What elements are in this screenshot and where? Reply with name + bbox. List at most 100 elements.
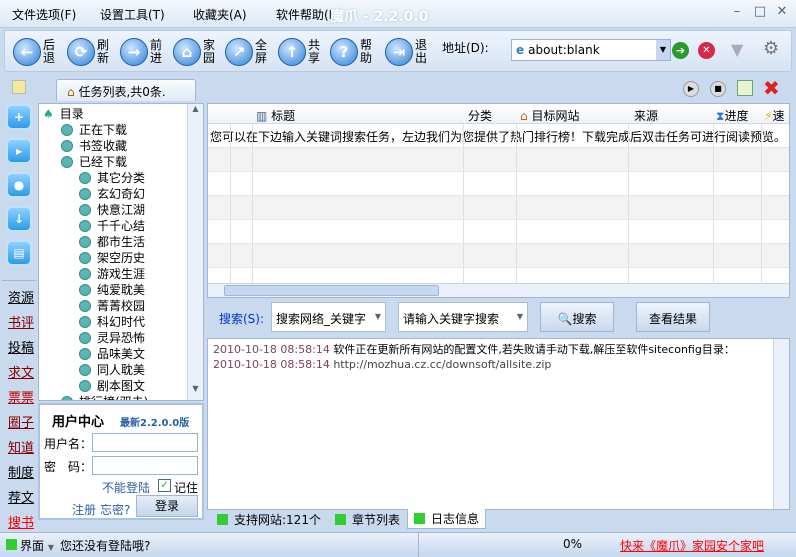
password-label: 密 码： [44, 460, 93, 474]
record-icon[interactable]: ● [6, 172, 32, 198]
minimize-button[interactable]: – [727, 4, 747, 22]
tree-item[interactable]: 书签收藏 [43, 138, 203, 154]
col-progress[interactable]: ⧗进度 [716, 107, 748, 124]
tree-subitem[interactable]: 游戏生涯 [43, 266, 203, 282]
back-button[interactable]: ← 后退 [13, 35, 57, 69]
tree-subitem[interactable]: 架空历史 [43, 250, 203, 266]
tree-node-icon [79, 364, 91, 376]
stop-task-icon[interactable]: ■ [710, 81, 726, 97]
side-link[interactable]: 票票 [8, 387, 36, 406]
col-category[interactable]: 分类 [468, 107, 492, 124]
table-row[interactable] [208, 172, 789, 196]
go-icon[interactable]: ➔ [672, 42, 689, 59]
col-target-site[interactable]: ⌂ 目标网站 [520, 107, 579, 124]
tree-subitem[interactable]: 纯爱耽美 [43, 282, 203, 298]
side-link[interactable]: 知道 [8, 437, 36, 456]
dropdown-button[interactable]: ▼ [656, 40, 670, 60]
tree-subitem[interactable]: 同人耽美 [43, 362, 203, 378]
col-speed[interactable]: ⚡速 [764, 107, 784, 124]
side-link[interactable]: 投稿 [8, 337, 36, 356]
tree-item-ranking[interactable]: 排行榜(双击) [43, 394, 203, 400]
address-value: about:blank [528, 43, 600, 57]
grid-hscrollbar[interactable] [208, 283, 789, 297]
new-note-icon[interactable] [12, 80, 26, 94]
col-source[interactable]: 来源 [634, 107, 658, 124]
tree-subitem[interactable]: 菁菁校园 [43, 298, 203, 314]
forward-button[interactable]: → 前进 [120, 35, 164, 69]
table-row[interactable] [208, 220, 789, 244]
username-input[interactable] [92, 433, 198, 452]
address-label: 地址(D): [442, 41, 489, 55]
password-input[interactable] [92, 456, 198, 475]
side-link[interactable]: 资源 [8, 287, 36, 306]
search-mode-select[interactable]: 搜索网络_关键字 ▼ [271, 302, 386, 332]
log-scrollbar[interactable] [773, 339, 789, 509]
close-button[interactable]: ✕ [772, 4, 792, 22]
left-sidebar: + ▸ ● ↓ ▤ 资源书评投稿求文票票圈子知道制度荐文搜书下书 [2, 100, 36, 556]
refresh-button[interactable]: ⟳ 刷新 [67, 35, 111, 69]
side-link[interactable]: 求文 [8, 362, 36, 381]
menu-settings[interactable]: 设置工具(T) [100, 6, 165, 23]
tree-subitem[interactable]: 灵异恐怖 [43, 330, 203, 346]
side-link[interactable]: 制度 [8, 462, 36, 481]
remember-checkbox[interactable]: ✓ [158, 479, 171, 492]
home-button[interactable]: ⌂ 家园 [173, 35, 217, 69]
tree-subitem[interactable]: 其它分类 [43, 170, 203, 186]
table-row[interactable] [208, 148, 789, 172]
tree-item[interactable]: 正在下载 [43, 122, 203, 138]
button-label: 搜索 [572, 312, 597, 326]
tree-subitem[interactable]: 千千心结 [43, 218, 203, 234]
version-link[interactable]: 最新2.2.0.0版 [120, 414, 189, 429]
table-row[interactable] [208, 196, 789, 220]
login-button[interactable]: 登录 [136, 495, 198, 517]
maximize-button[interactable]: □ [750, 4, 770, 22]
tree-subitem[interactable]: 都市生活 [43, 234, 203, 250]
stop-icon[interactable]: ✕ [698, 42, 715, 59]
side-link[interactable]: 圈子 [8, 412, 36, 431]
menu-file[interactable]: 文件选项(F) [12, 6, 76, 23]
magnifier-icon: 🔍 [557, 312, 573, 326]
calendar-icon[interactable]: ▤ [6, 240, 32, 266]
tree-subitem[interactable]: 快意江湖 [43, 202, 203, 218]
promo-link[interactable]: 快来《魔爪》家园安个家吧 [620, 537, 764, 554]
cant-login-link[interactable]: 不能登陆 [102, 479, 150, 496]
tree-label: 已经下载 [79, 155, 128, 169]
fullscreen-button[interactable]: ↗ 全屏 [225, 35, 269, 69]
tab-log-info[interactable]: 日志信息 [407, 509, 487, 529]
exit-button[interactable]: ⇥ 退出 [385, 35, 429, 69]
help-button[interactable]: ? 帮助 [330, 35, 374, 69]
filter-icon[interactable]: ▼ [731, 40, 743, 59]
forgot-password-link[interactable]: 忘密? [100, 501, 130, 518]
side-link[interactable]: 荐文 [8, 487, 36, 506]
side-link[interactable]: 搜书 [8, 512, 36, 531]
col-title[interactable]: ▥ 标题 [256, 107, 295, 124]
export-icon[interactable] [737, 80, 753, 96]
search-button[interactable]: 🔍搜索 [540, 302, 614, 332]
tab-chapter-list[interactable]: 章节列表 [329, 509, 406, 529]
play-icon[interactable]: ▶ [683, 81, 699, 97]
tree-label: 菁菁校园 [97, 299, 146, 313]
tab-task-list[interactable]: ⌂ 任务列表,共0条. [56, 79, 196, 101]
side-link[interactable]: 书评 [8, 312, 36, 331]
skin-menu[interactable]: 界面 ▼ [20, 537, 54, 554]
view-results-button[interactable]: 查看结果 [636, 302, 710, 332]
table-row[interactable] [208, 244, 789, 268]
tree-subitem[interactable]: 品味美文 [43, 346, 203, 362]
tab-supported-sites[interactable]: 支持网站:121个 [211, 509, 327, 529]
tree-scrollbar[interactable]: ▲ ▼ [187, 104, 203, 400]
tree-item[interactable]: 已经下载 [43, 154, 203, 170]
keyword-input[interactable]: 请输入关键字搜索 ▼ [398, 302, 528, 332]
register-link[interactable]: 注册 [72, 501, 96, 518]
gear-icon[interactable]: ⚙ [763, 38, 779, 59]
media-icon[interactable]: ▸ [6, 138, 32, 164]
address-input[interactable]: e about:blank ▼ [511, 39, 671, 61]
menu-favorites[interactable]: 收藏夹(A) [193, 6, 247, 23]
tree-subitem[interactable]: 科幻时代 [43, 314, 203, 330]
share-button[interactable]: ↑ 共享 [278, 35, 322, 69]
tree-subitem[interactable]: 玄幻奇幻 [43, 186, 203, 202]
delete-icon[interactable]: ✖ [763, 76, 780, 100]
tree-subitem[interactable]: 剧本图文 [43, 378, 203, 394]
tree-root[interactable]: ♠ 目录 [43, 106, 203, 122]
add-icon[interactable]: + [6, 104, 32, 130]
download-icon[interactable]: ↓ [6, 206, 32, 232]
